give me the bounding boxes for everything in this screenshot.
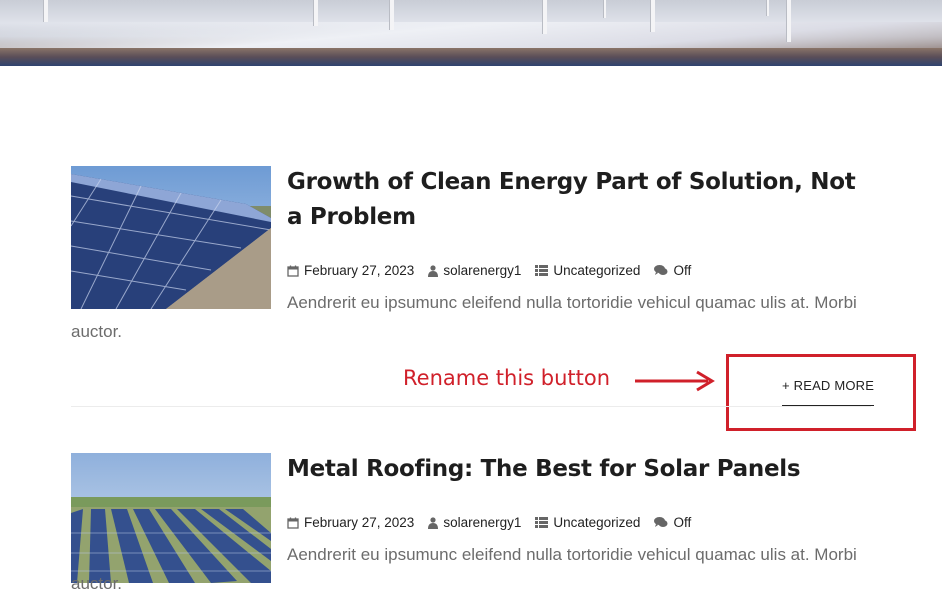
list-icon bbox=[535, 265, 549, 276]
wind-turbine bbox=[786, 0, 791, 42]
wind-turbine bbox=[603, 0, 606, 18]
post-meta: February 27, 2023 solarenergy1 Uncategor… bbox=[287, 515, 705, 530]
hero-ground bbox=[0, 48, 942, 66]
user-icon bbox=[428, 264, 439, 277]
post-excerpt: Aendrerit eu ipsumunc eleifend nulla tor… bbox=[71, 293, 857, 341]
wind-turbine bbox=[43, 0, 48, 22]
post-category[interactable]: Uncategorized bbox=[535, 263, 640, 278]
calendar-icon bbox=[287, 517, 299, 529]
post-author[interactable]: solarenergy1 bbox=[428, 515, 521, 530]
post-comments[interactable]: Off bbox=[654, 515, 691, 530]
post-meta: February 27, 2023 solarenergy1 Uncategor… bbox=[287, 263, 705, 278]
post-excerpt: Aendrerit eu ipsumunc eleifend nulla tor… bbox=[71, 545, 857, 593]
user-icon bbox=[428, 516, 439, 529]
post-author-text: solarenergy1 bbox=[443, 515, 522, 530]
wind-turbine bbox=[542, 0, 547, 34]
comments-icon bbox=[654, 517, 668, 528]
post-comments[interactable]: Off bbox=[654, 263, 691, 278]
wind-turbine bbox=[766, 0, 769, 16]
post-comments-text: Off bbox=[673, 263, 692, 278]
post-author[interactable]: solarenergy1 bbox=[428, 263, 521, 278]
post-comments-text: Off bbox=[673, 515, 692, 530]
post-category-text: Uncategorized bbox=[553, 515, 641, 530]
annotation-arrow-icon bbox=[635, 370, 715, 392]
post-date[interactable]: February 27, 2023 bbox=[287, 263, 414, 278]
read-more-button[interactable]: + READ MORE bbox=[782, 378, 875, 406]
post-title[interactable]: Metal Roofing: The Best for Solar Panels bbox=[287, 452, 867, 487]
comments-icon bbox=[654, 265, 668, 276]
wind-turbine bbox=[313, 0, 318, 26]
annotation-text: Rename this button bbox=[403, 366, 611, 390]
post-divider bbox=[71, 406, 871, 407]
list-icon bbox=[535, 517, 549, 528]
post-category-text: Uncategorized bbox=[553, 263, 641, 278]
calendar-icon bbox=[287, 265, 299, 277]
post-date[interactable]: February 27, 2023 bbox=[287, 515, 414, 530]
wind-turbine bbox=[650, 0, 655, 32]
wind-turbine bbox=[389, 0, 394, 30]
post-title[interactable]: Growth of Clean Energy Part of Solution,… bbox=[287, 165, 867, 235]
post-date-text: February 27, 2023 bbox=[304, 263, 415, 278]
post-category[interactable]: Uncategorized bbox=[535, 515, 640, 530]
post-date-text: February 27, 2023 bbox=[304, 515, 415, 530]
hero-banner bbox=[0, 0, 942, 66]
post-author-text: solarenergy1 bbox=[443, 263, 522, 278]
